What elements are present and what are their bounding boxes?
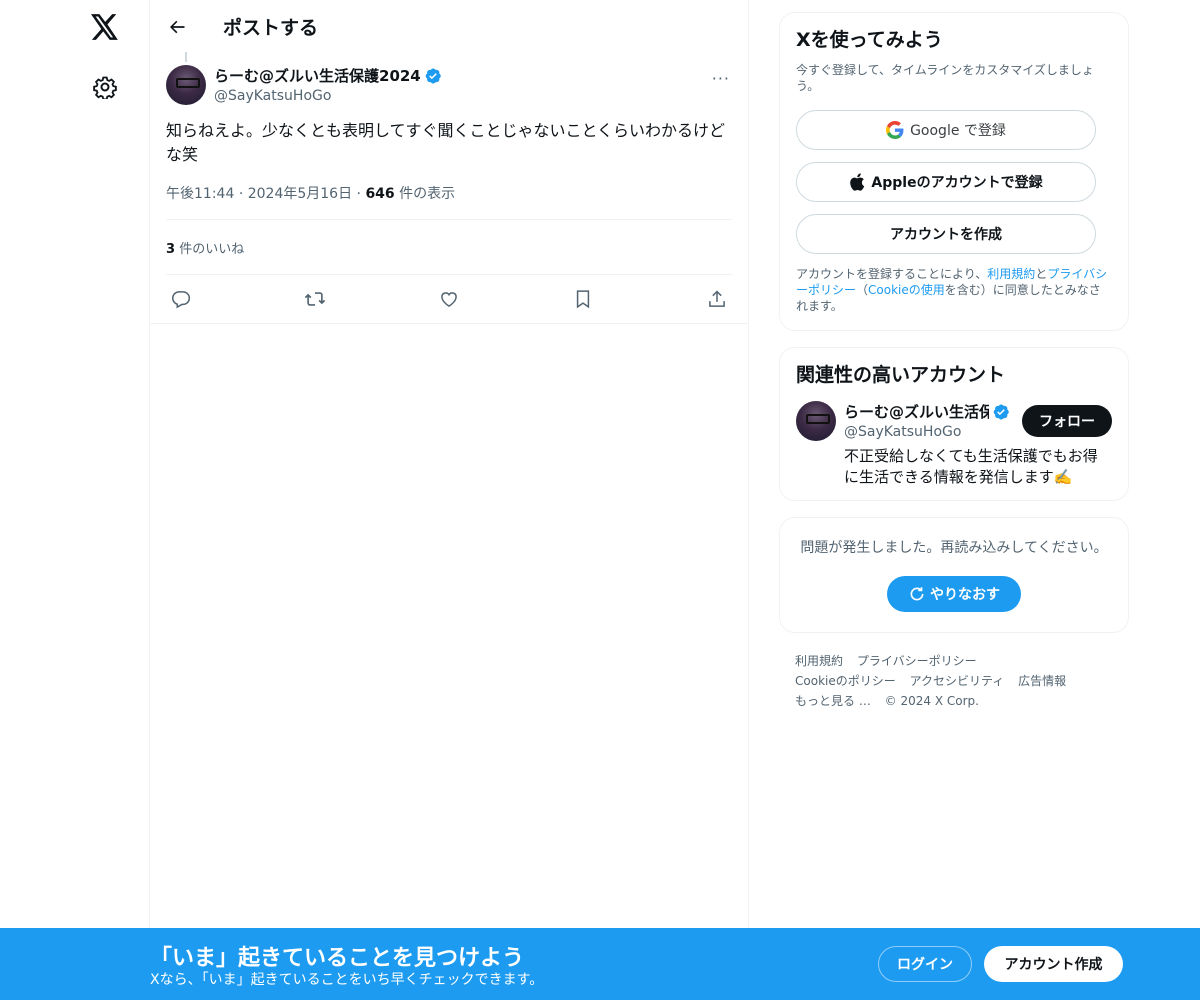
apple-signup-button[interactable]: Appleのアカウントで登録 [796, 162, 1096, 202]
author-name[interactable]: らーむ@ズルい生活保護2024 [214, 65, 421, 86]
x-logo-icon[interactable] [90, 12, 120, 42]
share-icon[interactable] [706, 288, 728, 310]
footer-link-cookie[interactable]: Cookieのポリシー [795, 674, 896, 688]
legal-text: アカウントを登録することにより、利用規約とプライバシーポリシー（Cookieの使… [796, 266, 1112, 318]
left-nav [0, 0, 150, 1000]
related-account-bio: 不正受給しなくても生活保護でもお得に生活できる情報を発信します✍️ [844, 447, 1098, 486]
legal-paren: （ [856, 283, 869, 297]
signup-card: Xを使ってみよう 今すぐ登録して、タイムラインをカスタマイズしましょう。 Goo… [779, 12, 1129, 331]
footer-link-ads[interactable]: 広告情報 [1018, 674, 1066, 688]
divider [150, 323, 748, 324]
tweet-date[interactable]: 2024年5月16日 [248, 186, 352, 202]
related-accounts-card: 関連性の高いアカウント らーむ@ズルい生活保 @SayKatsuHoGo 不正受… [779, 347, 1129, 501]
tweet-time[interactable]: 午後11:44 [166, 186, 234, 202]
signup-card-title: Xを使ってみよう [796, 29, 943, 51]
page-header: ポストする [150, 0, 748, 53]
author-handle[interactable]: @SayKatsuHoGo [214, 88, 442, 104]
error-card: 問題が発生しました。再読み込みしてください。 やりなおす [779, 517, 1129, 633]
login-button[interactable]: ログイン [878, 946, 972, 982]
related-account-handle[interactable]: @SayKatsuHoGo [844, 424, 1019, 440]
legal-text-and: と [1035, 267, 1048, 281]
related-account-name[interactable]: らーむ@ズルい生活保 [844, 401, 989, 422]
verified-badge-icon [425, 68, 441, 83]
legal-text-prefix: アカウントを登録することにより、 [796, 267, 988, 281]
page-title: ポストする [223, 17, 319, 39]
thread-line [185, 52, 187, 62]
likes-count: 3 [166, 242, 176, 257]
tweet-actions [166, 275, 732, 323]
copyright: © 2024 X Corp. [884, 694, 979, 708]
banner-title: 「いま」起きていることを見つけよう [150, 946, 525, 971]
arrow-left-icon[interactable] [166, 16, 188, 38]
avatar[interactable] [796, 401, 836, 441]
signup-subtitle: 今すぐ登録して、タイムラインをカスタマイズしましょう。 [796, 63, 1094, 93]
more-options-icon[interactable]: ··· [712, 69, 730, 88]
refresh-icon [910, 587, 924, 601]
create-account-button[interactable]: アカウントを作成 [796, 214, 1096, 254]
apple-icon [850, 173, 865, 191]
terms-link[interactable]: 利用規約 [987, 267, 1035, 281]
likes-label: 件のいいね [179, 242, 245, 257]
google-icon [886, 121, 904, 139]
cookie-link[interactable]: Cookieの使用 [868, 283, 945, 297]
retweet-icon[interactable] [304, 288, 326, 310]
likes-row[interactable]: 3 件のいいね [166, 220, 732, 275]
main-column: ポストする らーむ@ズルい生活保護2024 @SayKatsuHoGo ··· … [149, 0, 749, 1000]
follow-button[interactable]: フォロー [1022, 405, 1112, 437]
bookmark-icon[interactable] [572, 288, 594, 310]
footer-link-privacy[interactable]: プライバシーポリシー [857, 654, 977, 668]
gear-icon[interactable] [92, 74, 118, 100]
related-card-title: 関連性の高いアカウント [796, 364, 1006, 386]
tweet-author: らーむ@ズルい生活保護2024 @SayKatsuHoGo ··· [166, 65, 732, 105]
views-label: 件の表示 [399, 186, 456, 202]
footer: 利用規約 プライバシーポリシー Cookieのポリシー アクセシビリティ 広告情… [779, 649, 1129, 713]
google-signup-button[interactable]: Google で登録 [796, 110, 1096, 150]
footer-link-more[interactable]: もっと見る … [795, 694, 871, 708]
views-count: 646 [365, 186, 395, 202]
reply-icon[interactable] [170, 288, 192, 310]
signup-button[interactable]: アカウント作成 [984, 946, 1123, 982]
banner-subtitle: Xなら、「いま」起きていることをいち早くチェックできます。 [150, 972, 544, 988]
google-signup-label: Google で登録 [910, 123, 1006, 139]
meta-separator: · [238, 186, 244, 202]
error-message: 問題が発生しました。再読み込みしてください。 [800, 540, 1108, 556]
verified-badge-icon [993, 404, 1009, 419]
retry-button[interactable]: やりなおす [887, 576, 1021, 612]
apple-signup-label: Appleのアカウントで登録 [871, 175, 1043, 191]
avatar[interactable] [166, 65, 206, 105]
create-account-label: アカウントを作成 [890, 227, 1002, 243]
meta-separator: · [356, 186, 361, 202]
footer-link-terms[interactable]: 利用規約 [795, 654, 843, 668]
retry-label: やりなおす [930, 587, 1000, 603]
tweet: らーむ@ズルい生活保護2024 @SayKatsuHoGo ··· 知らねえよ。… [150, 65, 748, 324]
right-sidebar: Xを使ってみよう 今すぐ登録して、タイムラインをカスタマイズしましょう。 Goo… [779, 12, 1129, 713]
tweet-meta: 午後11:44 · 2024年5月16日 · 646 件の表示 [166, 183, 732, 220]
like-icon[interactable] [438, 288, 460, 310]
related-account[interactable]: らーむ@ズルい生活保 @SayKatsuHoGo 不正受給しなくても生活保護でも… [796, 401, 1112, 488]
tweet-text: 知らねえよ。少なくとも表明してすぐ聞くことじゃないことくらいわかるけどな笑 [166, 121, 726, 164]
footer-link-accessibility[interactable]: アクセシビリティ [910, 674, 1005, 688]
bottom-banner: 「いま」起きていることを見つけよう Xなら、「いま」起きていることをいち早くチェ… [0, 928, 1200, 1000]
